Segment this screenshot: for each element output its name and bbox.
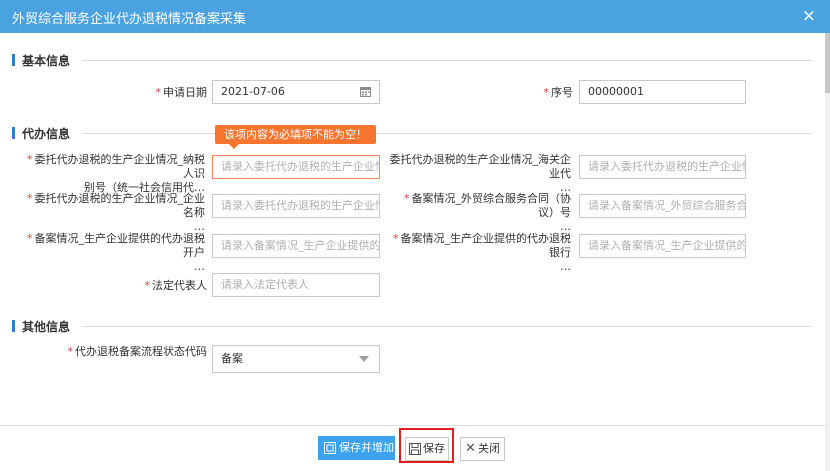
status-code-label: * 代办退税备案流程状态代码 bbox=[40, 345, 208, 359]
section-other-info: 其他信息 bbox=[12, 318, 82, 334]
apply-date-label: * 申请日期 bbox=[100, 86, 208, 100]
apply-date-value: 2021-07-06 bbox=[221, 85, 285, 98]
status-code-value: 备案 bbox=[221, 352, 243, 365]
calendar-icon[interactable] bbox=[360, 86, 371, 97]
section-divider bbox=[82, 60, 812, 61]
section-title-basic: 基本信息 bbox=[22, 54, 71, 68]
scrollbar-thumb[interactable] bbox=[825, 33, 830, 93]
taxpayer-id-label: * 委托代办退税的生产企业情况_纳税人识 别号（统一社会信用代… bbox=[22, 153, 205, 195]
required-mark: * bbox=[27, 153, 33, 166]
required-mark: * bbox=[543, 86, 550, 99]
company-name-label: * 委托代办退税的生产企业情况_企业名称 … bbox=[22, 192, 205, 234]
company-name-label-line1: 委托代办退税的生产企业情况_企业名称 bbox=[34, 192, 206, 219]
validation-message: 该项内容为必填项不能为空！ bbox=[224, 128, 367, 141]
save-and-add-button[interactable]: 保存并增加 bbox=[318, 436, 395, 460]
bank-account-label-line1: 备案情况_生产企业提供的代办退税银行 bbox=[400, 232, 572, 259]
taxpayer-id-label-line1: 委托代办退税的生产企业情况_纳税人识 bbox=[34, 153, 206, 180]
required-mark: * bbox=[67, 345, 74, 358]
section-marker bbox=[12, 320, 15, 332]
bank-name-label: * 备案情况_生产企业提供的代办退税开户 … bbox=[22, 232, 205, 274]
customs-code-input[interactable]: 请录入委托代办退税的生产企业情况 bbox=[579, 155, 746, 179]
bank-account-label: * 备案情况_生产企业提供的代办退税银行 … bbox=[388, 232, 571, 274]
vertical-scrollbar[interactable] bbox=[825, 33, 830, 471]
customs-code-label: 委托代办退税的生产企业情况_海关企业代 … bbox=[388, 153, 572, 195]
close-icon[interactable]: × bbox=[802, 6, 816, 26]
plus-square-icon bbox=[324, 442, 336, 454]
required-mark: * bbox=[144, 279, 151, 292]
bank-name-label-line1: 备案情况_生产企业提供的代办退税开户 bbox=[34, 232, 206, 259]
bank-account-label-line2: … bbox=[560, 260, 571, 273]
x-icon: ✕ bbox=[465, 441, 476, 456]
required-mark: * bbox=[155, 86, 162, 99]
chevron-down-icon[interactable] bbox=[359, 356, 369, 362]
section-divider bbox=[82, 133, 812, 134]
company-name-input[interactable]: 请录入委托代办退税的生产企业情况 bbox=[212, 194, 380, 218]
section-agent-info: 代办信息 bbox=[12, 125, 82, 141]
section-title-agent: 代办信息 bbox=[22, 127, 71, 141]
contract-no-label-line1: 备案情况_外贸综合服务合同（协议）号 bbox=[411, 192, 572, 219]
bank-name-label-line2: … bbox=[194, 260, 205, 273]
dialog-titlebar: 外贸综合服务企业代办退税情况备案采集 × bbox=[0, 0, 830, 33]
section-divider bbox=[82, 326, 812, 327]
section-title-other: 其他信息 bbox=[22, 320, 71, 334]
contract-no-label: * 备案情况_外贸综合服务合同（协议）号 … bbox=[388, 192, 571, 234]
tooltip-pointer bbox=[229, 144, 239, 149]
legal-rep-input[interactable]: 请录入法定代表人 bbox=[212, 273, 380, 297]
status-code-label-text: 代办退税备案流程状态代码 bbox=[75, 345, 207, 358]
dialog-title: 外贸综合服务企业代办退税情况备案采集 bbox=[12, 12, 247, 27]
validation-tooltip: 该项内容为必填项不能为空！ bbox=[215, 125, 376, 149]
close-label: 关闭 bbox=[478, 442, 500, 455]
customs-code-label-line1: 委托代办退税的生产企业情况_海关企业代 bbox=[389, 153, 572, 180]
required-mark: * bbox=[393, 232, 399, 245]
save-button-highlight bbox=[399, 428, 454, 463]
serial-no-label-text: 序号 bbox=[551, 86, 573, 99]
required-mark: * bbox=[27, 232, 33, 245]
contract-no-input[interactable]: 请录入备案情况_外贸综合服务合同 bbox=[579, 194, 746, 218]
serial-no-label: * 序号 bbox=[480, 86, 574, 100]
bank-account-input[interactable]: 请录入备案情况_生产企业提供的代 bbox=[579, 234, 746, 258]
section-marker bbox=[12, 127, 15, 139]
serial-no-input[interactable]: 00000001 bbox=[579, 80, 746, 104]
section-basic-info: 基本信息 bbox=[12, 52, 82, 68]
close-button[interactable]: ✕ 关闭 bbox=[460, 437, 505, 461]
required-mark: * bbox=[27, 192, 33, 205]
apply-date-label-text: 申请日期 bbox=[163, 86, 207, 99]
legal-rep-label-text: 法定代表人 bbox=[152, 279, 207, 292]
legal-rep-label: * 法定代表人 bbox=[100, 279, 208, 293]
status-code-select[interactable]: 备案 bbox=[212, 345, 380, 373]
serial-no-value: 00000001 bbox=[588, 85, 644, 98]
save-and-add-label: 保存并增加 bbox=[339, 441, 394, 454]
footer-divider bbox=[0, 425, 825, 426]
bank-name-input[interactable]: 请录入备案情况_生产企业提供的代 bbox=[212, 234, 380, 258]
taxpayer-id-input[interactable]: 请录入委托代办退税的生产企业情况 bbox=[212, 155, 380, 179]
section-marker bbox=[12, 54, 15, 66]
required-mark: * bbox=[404, 192, 410, 205]
apply-date-input[interactable]: 2021-07-06 bbox=[212, 80, 380, 104]
